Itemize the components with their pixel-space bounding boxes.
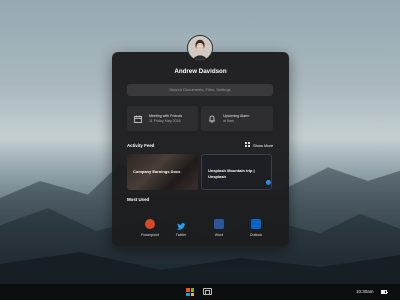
bell-icon bbox=[207, 114, 217, 124]
calendar-icon bbox=[133, 114, 143, 124]
windows-start-icon[interactable] bbox=[186, 288, 194, 296]
alarm-card-subtitle: at 8am bbox=[223, 118, 234, 123]
outlook-icon bbox=[251, 219, 261, 229]
app-twitter[interactable]: Twitter bbox=[169, 219, 193, 237]
edge-icon bbox=[266, 180, 271, 185]
app-powerpoint[interactable]: Powerpoint bbox=[138, 219, 162, 237]
twitter-icon bbox=[176, 219, 186, 230]
app-label: Powerpoint bbox=[141, 233, 159, 237]
powerpoint-icon bbox=[145, 219, 155, 229]
feed-item-unsplash[interactable]: Unsplash Mountain trip | Unsplash bbox=[201, 154, 272, 190]
taskbar-clock[interactable]: 10:30am bbox=[356, 289, 374, 294]
battery-icon[interactable] bbox=[381, 290, 388, 294]
show-more-label: Show More bbox=[253, 142, 274, 148]
search-input[interactable]: Search Documents, Files, Settings bbox=[127, 84, 273, 96]
app-label: Word bbox=[214, 233, 224, 237]
feed-item-title-line2: Unsplash bbox=[208, 173, 227, 179]
grid-icon bbox=[245, 142, 250, 148]
most-used-title: Most Used bbox=[127, 197, 150, 202]
feed-item-title: Company Earnings Docs bbox=[133, 169, 181, 174]
calendar-card-subtitle: 11 Friday May 2018 bbox=[149, 118, 181, 123]
app-word[interactable]: Word bbox=[207, 219, 231, 237]
show-more-button[interactable]: Show More bbox=[245, 142, 273, 148]
user-name: Andrew Davidson bbox=[174, 68, 227, 75]
avatar[interactable] bbox=[187, 35, 213, 61]
taskbar bbox=[0, 284, 400, 300]
feed-item-earnings[interactable]: Company Earnings Docs bbox=[127, 154, 198, 190]
app-label: Twitter bbox=[175, 233, 187, 237]
alarm-card-title: Upcoming Alarm bbox=[223, 113, 250, 118]
calendar-card-title: Meeting with Friends bbox=[149, 113, 183, 118]
start-panel bbox=[112, 52, 289, 246]
task-view-icon[interactable] bbox=[203, 288, 212, 295]
alarm-card[interactable]: Upcoming Alarm at 8am bbox=[201, 106, 273, 131]
activity-feed-title: Activity Feed bbox=[127, 143, 155, 148]
app-outlook[interactable]: Outlook bbox=[244, 219, 268, 237]
feed-item-title: Unsplash Mountain trip | bbox=[208, 168, 255, 173]
word-icon bbox=[214, 219, 224, 229]
app-label: Outlook bbox=[249, 233, 263, 237]
feed-item-title-block: Unsplash Mountain trip | Unsplash bbox=[208, 168, 255, 179]
calendar-card[interactable]: Meeting with Friends 11 Friday May 2018 bbox=[127, 106, 198, 131]
